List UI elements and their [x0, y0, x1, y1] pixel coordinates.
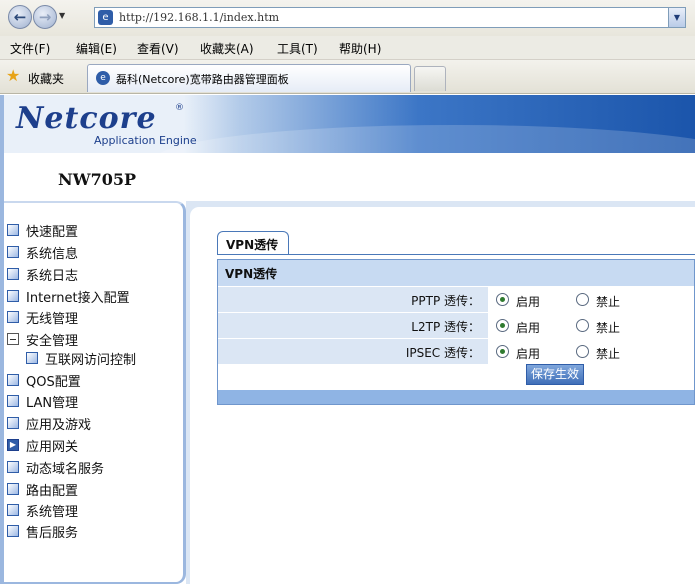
new-tab-button[interactable]: [414, 66, 446, 91]
ipsec-disable-radio[interactable]: [576, 345, 589, 358]
sidebar-item-label: 互联网访问控制: [45, 353, 137, 368]
address-text[interactable]: http://192.168.1.1/index.htm: [119, 11, 279, 24]
page-icon: [7, 525, 19, 537]
page-icon: [7, 374, 19, 386]
save-button[interactable]: 保存生效: [526, 364, 584, 385]
model-name: NW705P: [58, 170, 137, 189]
pptp-disable-radio[interactable]: [576, 293, 589, 306]
sidebar-item-label: 应用网关: [26, 440, 79, 455]
l2tp-label: L2TP 透传：: [411, 320, 480, 334]
pptp-label: PPTP 透传：: [411, 294, 480, 308]
browser-toolbar: ← → ▼ e http://192.168.1.1/index.htm ▼: [0, 0, 695, 36]
browser-tab[interactable]: e 磊科(Netcore)宽带路由器管理面板: [87, 64, 411, 92]
tab-label: VPN透传: [226, 238, 279, 252]
ipsec-label: IPSEC 透传：: [405, 346, 480, 360]
page-icon: [7, 504, 19, 516]
tab-favicon-icon: e: [96, 71, 110, 85]
sidebar-item-label: 路由配置: [26, 484, 79, 499]
sidebar-item-label: 快速配置: [26, 225, 79, 240]
sidebar-item-label: 售后服务: [26, 526, 79, 541]
banner-wave: [154, 125, 695, 153]
page-icon: [7, 483, 19, 495]
sidebar: 快速配置 系统信息 系统日志 Internet接入配置 无线管理 安全管理 互联…: [4, 201, 186, 584]
menu-help[interactable]: 帮助(H): [339, 40, 381, 57]
address-dropdown-icon[interactable]: ▼: [668, 8, 685, 27]
sidebar-item-label: 系统信息: [26, 247, 79, 262]
sidebar-item-label: Internet接入配置: [26, 291, 130, 306]
history-dropdown-icon[interactable]: ▼: [59, 11, 65, 20]
sidebar-item-label: 应用及游戏: [26, 418, 92, 433]
ipsec-enable-label: 启用: [516, 347, 541, 361]
sidebar-item-label: 系统管理: [26, 505, 79, 520]
sidebar-item-label: 动态域名服务: [26, 462, 105, 477]
page-favicon-icon: e: [98, 10, 113, 25]
menu-edit[interactable]: 编辑(E): [76, 40, 117, 57]
sidebar-item-label: QOS配置: [26, 375, 81, 390]
page-icon: [7, 268, 19, 280]
pptp-row: PPTP 透传： 启用 禁止: [218, 286, 694, 313]
page-icon: [7, 224, 19, 236]
registered-mark-icon: ®: [175, 103, 184, 113]
page-icon: [7, 417, 19, 429]
pptp-enable-label: 启用: [516, 295, 541, 309]
tab-underline: [217, 254, 695, 255]
pptp-enable-radio[interactable]: [496, 293, 509, 306]
l2tp-enable-radio[interactable]: [496, 319, 509, 332]
row-label-cell: L2TP 透传：: [218, 313, 488, 339]
l2tp-row: L2TP 透传： 启用 禁止: [218, 312, 694, 339]
address-bar[interactable]: e http://192.168.1.1/index.htm ▼: [94, 7, 686, 28]
page-icon: [7, 461, 19, 473]
l2tp-disable-label: 禁止: [596, 321, 621, 335]
l2tp-enable-label: 启用: [516, 321, 541, 335]
ipsec-disable-label: 禁止: [596, 347, 621, 361]
l2tp-disable-radio[interactable]: [576, 319, 589, 332]
netcore-logo: Netcore: [16, 101, 157, 136]
row-label-cell: PPTP 透传：: [218, 287, 488, 313]
box-footer-bar: [218, 390, 694, 404]
page-icon: [7, 290, 19, 302]
section-title: VPN透传: [225, 267, 278, 281]
page-icon: [7, 395, 19, 407]
sidebar-item-label: 无线管理: [26, 312, 79, 327]
header-banner: Netcore ® Application Engine: [4, 95, 695, 153]
menu-favorites[interactable]: 收藏夹(A): [200, 40, 254, 57]
menu-file[interactable]: 文件(F): [10, 40, 50, 57]
row-label-cell: IPSEC 透传：: [218, 339, 488, 365]
arrow-right-icon: ▶: [7, 439, 19, 451]
menu-view[interactable]: 查看(V): [137, 40, 179, 57]
vpn-settings-box: VPN透传 PPTP 透传： 启用 禁止 L2TP 透传： 启用 禁止 IPSE…: [217, 259, 695, 405]
menu-tools[interactable]: 工具(T): [277, 40, 318, 57]
star-icon: ★: [6, 66, 21, 85]
favorites-label: 收藏夹: [28, 72, 65, 86]
page-icon: [7, 246, 19, 258]
tab-title: 磊科(Netcore)宽带路由器管理面板: [116, 73, 289, 86]
forward-button[interactable]: →: [33, 5, 57, 29]
action-row: 保存生效: [218, 364, 694, 388]
ipsec-row: IPSEC 透传： 启用 禁止: [218, 338, 694, 365]
page-icon: [7, 311, 19, 323]
collapse-icon: [7, 333, 19, 345]
back-button[interactable]: ←: [8, 5, 32, 29]
sidebar-item-label: LAN管理: [26, 396, 79, 411]
ipsec-enable-radio[interactable]: [496, 345, 509, 358]
page-icon: [26, 352, 38, 364]
menu-bar: 文件(F) 编辑(E) 查看(V) 收藏夹(A) 工具(T) 帮助(H): [0, 36, 695, 60]
pptp-disable-label: 禁止: [596, 295, 621, 309]
logo-subtitle: Application Engine: [94, 134, 197, 147]
favorites-bar: ★ 收藏夹 e 磊科(Netcore)宽带路由器管理面板: [0, 60, 695, 94]
model-strip: NW705P: [4, 153, 695, 201]
sidebar-item-label: 安全管理: [26, 334, 79, 349]
tab-vpn-passthrough[interactable]: VPN透传: [217, 231, 289, 255]
section-header: VPN透传: [218, 260, 694, 286]
sidebar-item-label: 系统日志: [26, 269, 79, 284]
